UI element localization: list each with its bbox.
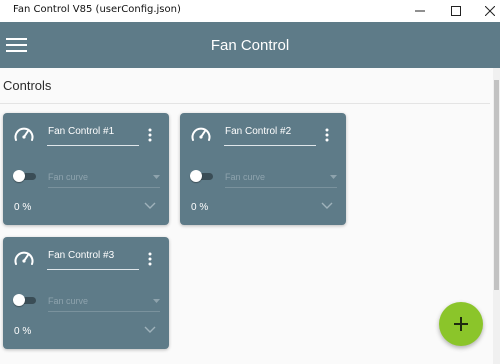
window-titlebar: Fan Control V85 (userConfig.json) bbox=[0, 0, 500, 22]
select-underline bbox=[225, 187, 337, 188]
window-title: Fan Control V85 (userConfig.json) bbox=[13, 4, 181, 15]
dropdown-arrow-icon bbox=[153, 299, 160, 303]
section-title: Controls bbox=[3, 78, 52, 93]
name-field-underline bbox=[47, 269, 139, 270]
select-underline bbox=[48, 311, 160, 312]
scrollbar-thumb[interactable] bbox=[494, 80, 499, 290]
chevron-down-icon[interactable] bbox=[144, 326, 156, 334]
enable-toggle[interactable] bbox=[189, 169, 213, 183]
fan-speed-value: 0 % bbox=[14, 202, 32, 213]
more-vert-icon[interactable] bbox=[146, 127, 154, 143]
fan-curve-placeholder: Fan curve bbox=[225, 172, 266, 182]
maximize-button[interactable] bbox=[438, 0, 474, 22]
add-fan-control-button[interactable] bbox=[439, 302, 483, 346]
gauge-icon bbox=[191, 127, 211, 141]
plus-icon bbox=[454, 317, 468, 331]
name-field-underline bbox=[224, 145, 316, 146]
enable-toggle[interactable] bbox=[12, 169, 36, 183]
fan-speed-value: 0 % bbox=[14, 326, 32, 337]
app-title: Fan Control bbox=[210, 37, 290, 54]
select-underline bbox=[48, 187, 160, 188]
fan-control-card: Fan Control #3 Fan curve 0 % bbox=[3, 237, 169, 349]
more-vert-icon[interactable] bbox=[323, 127, 331, 143]
enable-toggle[interactable] bbox=[12, 293, 36, 307]
maximize-icon bbox=[451, 6, 461, 16]
chevron-down-icon[interactable] bbox=[321, 202, 333, 210]
name-field-underline bbox=[47, 145, 139, 146]
gauge-icon bbox=[14, 127, 34, 141]
chevron-down-icon[interactable] bbox=[144, 202, 156, 210]
fan-curve-placeholder: Fan curve bbox=[48, 296, 89, 306]
fan-speed-value: 0 % bbox=[191, 202, 209, 213]
fan-curve-select[interactable]: Fan curve bbox=[48, 169, 160, 188]
toggle-knob bbox=[13, 294, 25, 306]
toggle-knob bbox=[13, 170, 25, 182]
card-name-field[interactable]: Fan Control #2 bbox=[225, 126, 291, 137]
minimize-button[interactable] bbox=[402, 0, 438, 22]
close-icon bbox=[485, 6, 495, 16]
minimize-icon bbox=[415, 10, 425, 12]
scrollbar[interactable] bbox=[493, 68, 500, 364]
app-bar: Fan Control bbox=[0, 22, 500, 68]
fan-curve-placeholder: Fan curve bbox=[48, 172, 89, 182]
card-name-field[interactable]: Fan Control #3 bbox=[48, 250, 114, 261]
dropdown-arrow-icon bbox=[153, 175, 160, 179]
fan-curve-select[interactable]: Fan curve bbox=[225, 169, 337, 188]
fan-control-card: Fan Control #2 Fan curve 0 % bbox=[180, 113, 346, 225]
fan-curve-select[interactable]: Fan curve bbox=[48, 293, 160, 312]
fan-control-card: Fan Control #1 Fan curve 0 % bbox=[3, 113, 169, 225]
more-vert-icon[interactable] bbox=[146, 251, 154, 267]
dropdown-arrow-icon bbox=[330, 175, 337, 179]
card-name-field[interactable]: Fan Control #1 bbox=[48, 126, 114, 137]
close-button[interactable] bbox=[472, 0, 500, 22]
toggle-knob bbox=[190, 170, 202, 182]
section-divider bbox=[0, 103, 490, 104]
gauge-icon bbox=[14, 251, 34, 265]
